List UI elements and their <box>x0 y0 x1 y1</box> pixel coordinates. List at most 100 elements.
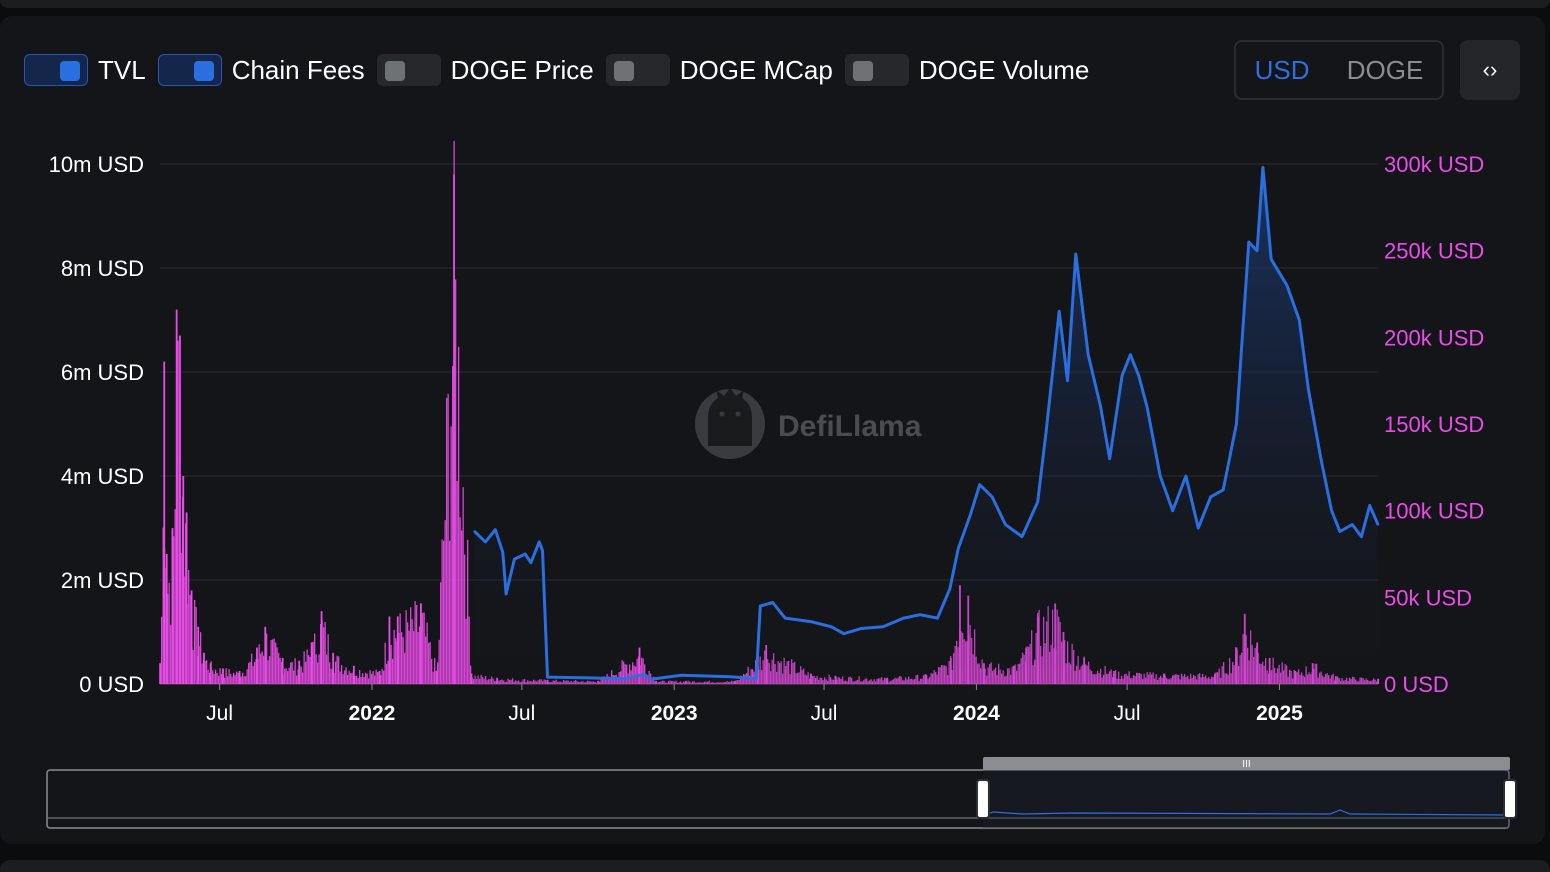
tvl-point <box>1171 509 1174 512</box>
bottom-strip <box>0 860 1550 872</box>
fee-spike <box>238 671 241 684</box>
tvl-point <box>1209 495 1212 498</box>
fee-bar <box>443 540 445 684</box>
tvl-point <box>587 676 591 680</box>
fee-bar <box>350 673 352 684</box>
fee-bar <box>422 612 424 684</box>
brush-selection <box>982 770 1510 828</box>
right-axis: 0 USD 50k USD 100k USD 150k USD 200k USD 250k… <box>1384 152 1484 697</box>
x-axis: Jul 2022 Jul 2023 Jul 2024 Jul 2025 <box>160 683 1378 725</box>
fee-bar <box>404 652 406 684</box>
fee-bar <box>305 661 307 684</box>
tvl-point <box>1368 504 1371 507</box>
fee-bar <box>431 658 433 684</box>
fee-bar <box>425 636 427 684</box>
left-tick-label: 0 USD <box>79 672 144 697</box>
fee-spike <box>190 590 193 684</box>
fee-bar <box>440 582 442 684</box>
tvl-point <box>1261 166 1265 169</box>
fee-bar <box>359 669 361 684</box>
tvl-point <box>1298 318 1301 322</box>
tvl-point <box>1145 405 1149 408</box>
fee-bar <box>258 644 260 684</box>
fee-spike <box>320 611 323 684</box>
tvl-point <box>1137 374 1140 377</box>
fee-bar <box>468 616 470 684</box>
fee-spike <box>163 361 166 684</box>
fee-bar <box>207 669 209 684</box>
fee-bar <box>414 601 416 684</box>
fee-spike <box>179 335 181 684</box>
fee-bar <box>243 676 245 684</box>
fee-spike <box>332 652 335 684</box>
fee-bar <box>335 661 337 684</box>
fee-bar <box>228 669 230 684</box>
tvl-point <box>918 613 922 616</box>
tvl-series <box>473 166 1380 684</box>
fee-bar <box>317 662 319 684</box>
fee-bar <box>375 669 377 684</box>
fee-bar <box>455 279 457 684</box>
fee-bar <box>432 671 434 684</box>
tvl-point <box>1086 353 1090 356</box>
fee-bar <box>458 346 460 684</box>
fee-bar <box>249 661 251 684</box>
fee-bar <box>417 631 419 684</box>
fee-bar <box>372 670 374 684</box>
left-tick-label: 2m USD <box>61 568 144 593</box>
fee-bar <box>213 673 215 684</box>
fee-bar <box>366 673 368 684</box>
fee-bar <box>177 340 179 684</box>
tvl-point <box>860 627 863 630</box>
tvl-point <box>484 540 487 544</box>
fee-bar <box>225 668 227 684</box>
tvl-point <box>809 620 813 623</box>
tvl-point <box>948 587 952 590</box>
fee-bar <box>284 668 286 684</box>
fee-bar <box>369 670 371 684</box>
fee-bar <box>426 622 428 684</box>
fee-bar <box>248 662 250 684</box>
fee-bar <box>306 649 308 684</box>
fee-bar <box>347 675 349 684</box>
watermark: DefiLlama <box>695 388 922 459</box>
fee-bar <box>336 655 338 684</box>
tvl-point <box>1247 240 1251 244</box>
fee-bar <box>327 634 329 684</box>
fee-bar <box>272 639 274 684</box>
brush-right-handle[interactable] <box>1503 779 1517 819</box>
fee-bar <box>314 633 316 684</box>
fee-bar <box>246 669 248 684</box>
fee-bar <box>368 678 370 684</box>
tvl-point <box>1044 431 1048 434</box>
tvl-point <box>680 674 683 677</box>
fee-bar <box>416 604 418 684</box>
fee-bar <box>338 656 340 684</box>
fee-spike <box>264 626 267 684</box>
x-tick-label: Jul <box>1114 702 1141 725</box>
fee-bar <box>273 638 275 684</box>
brush-left-handle[interactable] <box>975 779 990 819</box>
fee-bar <box>408 630 410 684</box>
fee-bar <box>438 639 440 684</box>
fee-bar <box>312 641 314 684</box>
fee-spike <box>222 668 224 684</box>
fee-bar <box>459 517 461 684</box>
tvl-point <box>729 675 732 678</box>
fee-bar <box>192 649 194 684</box>
fee-bar <box>296 675 298 684</box>
tvl-point <box>529 561 533 564</box>
fee-bar <box>446 397 448 684</box>
fee-bar <box>444 520 446 684</box>
tvl-point <box>538 540 541 544</box>
brush-navigator: III <box>46 757 1517 829</box>
x-tick-label: 2024 <box>953 702 1000 725</box>
tvl-point <box>1255 249 1259 252</box>
fee-bar <box>236 671 238 684</box>
fee-bar <box>261 651 263 684</box>
fee-bar <box>410 607 412 684</box>
fee-spike <box>203 652 205 684</box>
chart-svg: 0 USD 2m USD 4m USD 6m USD 8m USD 10m USD 0 U… <box>46 140 1517 829</box>
llama-logo-icon <box>695 388 765 459</box>
fee-bar <box>309 656 311 684</box>
